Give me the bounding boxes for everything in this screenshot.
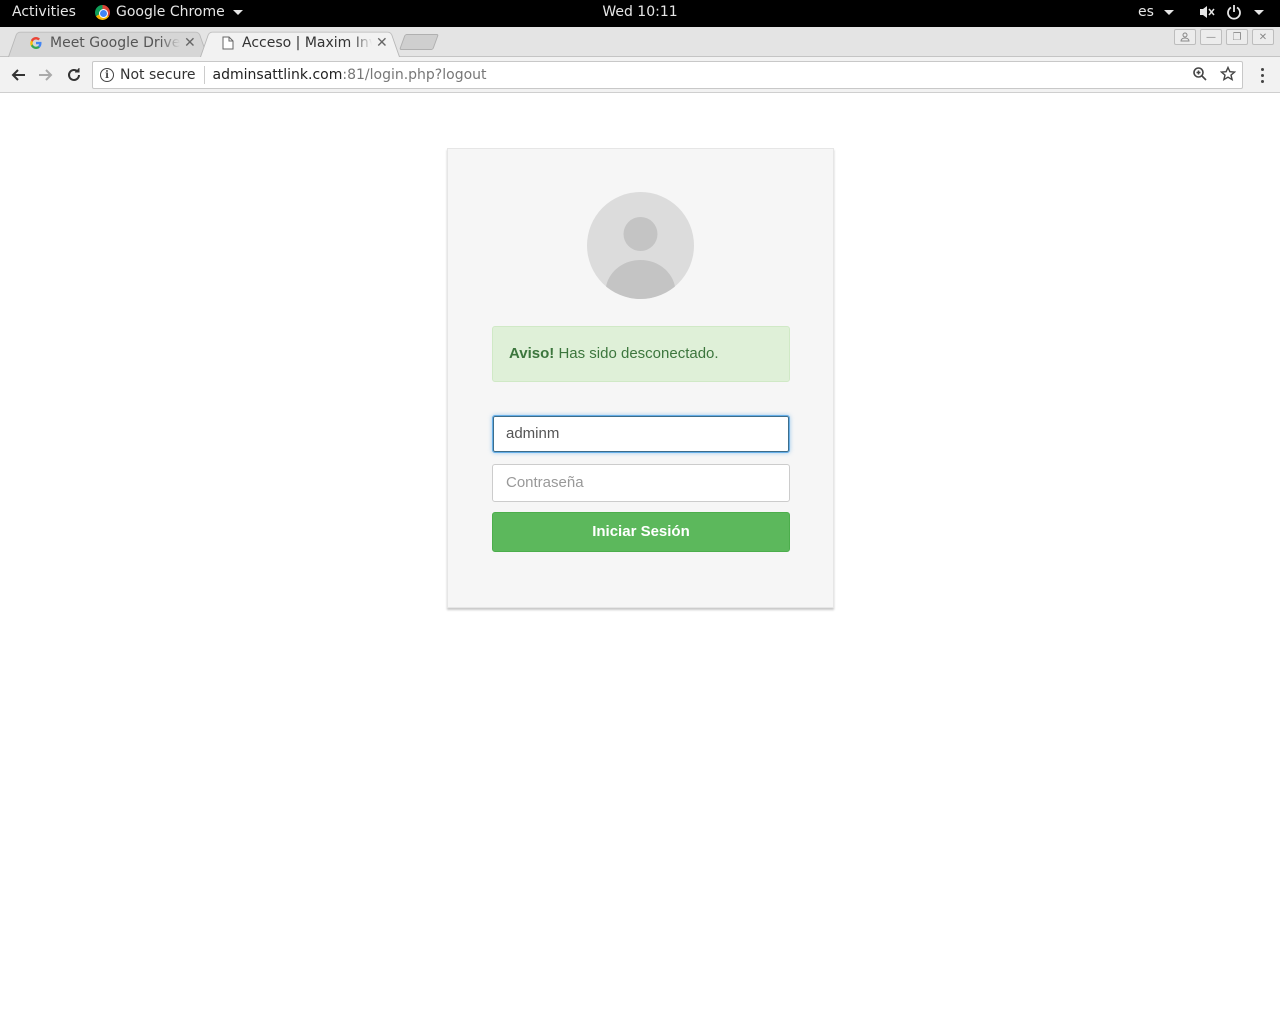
back-arrow-icon [11, 69, 25, 81]
tab-strip: Meet Google Drive ✕ Acceso | Maxim Inven… [0, 27, 1280, 57]
back-button[interactable] [7, 64, 29, 86]
info-icon[interactable]: i [100, 68, 114, 82]
zoom-icon[interactable] [1192, 66, 1208, 82]
username-input[interactable]: adminm [492, 415, 790, 453]
reload-icon [68, 68, 80, 81]
power-icon [1227, 5, 1241, 20]
gnome-top-bar: Activities Google Chrome Wed 10:11 es [0, 0, 1280, 27]
profile-icon[interactable] [1174, 29, 1196, 45]
reload-button[interactable] [63, 64, 85, 86]
forward-button[interactable] [35, 64, 57, 86]
window-controls: — ❐ ✕ [1174, 29, 1274, 45]
logout-alert: Aviso! Has sido desconectado. [492, 326, 790, 382]
maximize-icon[interactable]: ❐ [1226, 29, 1248, 45]
address-bar[interactable]: i Not secure adminsattlink.com:81/login.… [92, 61, 1243, 89]
language-label: es [1138, 4, 1154, 20]
divider [203, 66, 205, 84]
star-icon[interactable] [1220, 66, 1236, 82]
new-tab-button[interactable] [399, 34, 439, 50]
alert-message: Has sido desconectado. [558, 345, 719, 362]
minimize-icon[interactable]: — [1200, 29, 1222, 45]
chevron-down-icon [1254, 9, 1264, 15]
system-menu[interactable] [1198, 4, 1264, 20]
url-host: adminsattlink.com [212, 67, 343, 83]
url-path: :81/login.php?logout [342, 67, 487, 83]
security-indicator[interactable]: Not secure [120, 67, 196, 83]
google-icon [28, 35, 44, 51]
browser-toolbar: i Not secure adminsattlink.com:81/login.… [0, 57, 1280, 93]
avatar [587, 192, 694, 299]
language-menu[interactable]: es [1138, 4, 1174, 20]
chrome-menu-icon[interactable] [1254, 64, 1270, 86]
page-icon [220, 35, 236, 51]
tab-title: Meet Google Drive [50, 35, 180, 51]
password-input[interactable]: Contraseña [492, 464, 790, 502]
forward-arrow-icon [39, 69, 53, 81]
login-button[interactable]: Iniciar Sesión [492, 512, 790, 552]
user-icon [605, 217, 676, 299]
login-panel: Aviso! Has sido desconectado. adminm Con… [447, 148, 834, 608]
tab-title: Acceso | Maxim Inventory [242, 35, 372, 51]
tab-acceso-maxim[interactable]: Acceso | Maxim Inventory ✕ [200, 29, 400, 57]
clock[interactable]: Wed 10:11 [0, 4, 1280, 20]
close-icon[interactable]: ✕ [184, 35, 196, 51]
alert-title: Aviso! [509, 345, 555, 362]
close-window-icon[interactable]: ✕ [1252, 29, 1274, 45]
chevron-down-icon [1163, 9, 1174, 15]
tab-meet-google-drive[interactable]: Meet Google Drive ✕ [8, 29, 208, 57]
close-icon[interactable]: ✕ [376, 35, 388, 51]
volume-muted-icon [1200, 6, 1215, 18]
